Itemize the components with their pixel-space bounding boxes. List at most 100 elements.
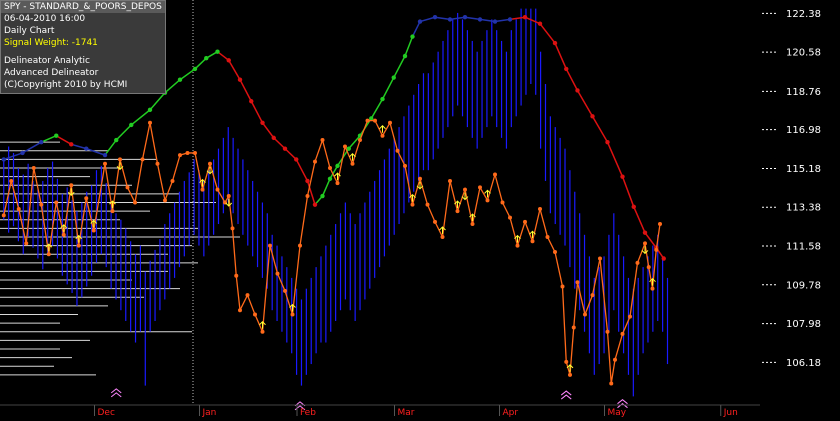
trend-segment: [449, 16, 466, 21]
delineator-point: [140, 157, 145, 162]
trend-point: [1, 157, 6, 162]
trend-segment: [621, 176, 635, 208]
trend-segment: [591, 115, 609, 143]
trend-point: [477, 17, 483, 22]
trend-segment: [633, 206, 646, 233]
delineator-point: [234, 273, 239, 278]
trend-point: [661, 256, 666, 261]
trend-point: [492, 19, 498, 24]
delineator-point: [485, 198, 490, 203]
delineator-point: [283, 288, 287, 293]
trend-segment: [464, 16, 481, 21]
price-label: 120.58: [786, 48, 821, 59]
delineator-point: [328, 166, 332, 171]
trend-point: [192, 66, 198, 72]
trend-segment: [370, 98, 384, 119]
trend-point: [305, 178, 310, 184]
trend-point: [102, 152, 108, 158]
delineator-point: [583, 312, 587, 317]
delineator-point: [298, 243, 302, 248]
delineator-point: [373, 118, 377, 123]
trend-segment: [71, 143, 87, 150]
trend-segment: [404, 36, 414, 57]
delineator-point: [395, 148, 400, 153]
delineator-point: [16, 206, 21, 211]
price-label: 118.76: [786, 87, 821, 98]
price-label: 109.78: [786, 280, 821, 291]
trend-point: [320, 193, 325, 199]
trend-segment: [393, 55, 406, 78]
price-label: 122.38: [786, 9, 821, 20]
trend-point: [215, 49, 220, 54]
trend-point: [391, 75, 396, 80]
delineator-point: [440, 234, 445, 239]
delineator-point: [455, 209, 460, 214]
trend-segment: [86, 147, 106, 156]
chart-datetime: 06-04-2010 16:00: [4, 14, 86, 24]
delineator-point: [133, 200, 137, 205]
delineator-point: [238, 308, 242, 313]
delineator-point: [388, 120, 392, 125]
price-label: 107.98: [786, 319, 821, 330]
delineator-point: [560, 284, 565, 289]
month-label: Jun: [723, 408, 738, 418]
delineator-point: [46, 252, 51, 257]
delineator-point: [350, 161, 355, 166]
trend-segment: [104, 139, 117, 156]
delineator-point: [658, 222, 662, 227]
trend-segment: [411, 21, 421, 37]
trend-segment: [228, 59, 241, 81]
price-label: 111.58: [786, 242, 821, 253]
trend-point: [260, 120, 265, 125]
price-label: 106.18: [786, 358, 821, 369]
delineator-point: [553, 250, 557, 255]
trend-point: [335, 163, 340, 169]
trend-point: [147, 107, 153, 113]
delineator-point: [646, 265, 651, 270]
trend-point: [204, 55, 209, 61]
chart-type-label: Daily Chart: [4, 26, 55, 36]
trend-segment: [419, 16, 436, 23]
trend-segment: [40, 135, 57, 143]
trend-point: [20, 150, 25, 156]
month-label: Dec: [98, 408, 115, 418]
delineator-point: [538, 206, 542, 211]
trend-segment: [434, 16, 451, 21]
delineator-point: [24, 241, 29, 246]
delineator-point: [226, 194, 231, 199]
trend-point: [249, 99, 254, 104]
delineator-point: [433, 219, 437, 224]
delineator-point: [568, 372, 572, 377]
trend-point: [552, 40, 558, 46]
delineator-point: [230, 226, 235, 231]
trend-segment: [261, 122, 275, 139]
trend-point: [282, 146, 288, 151]
trend-point: [522, 15, 528, 20]
delineator-point: [313, 159, 317, 164]
delineator-point: [253, 312, 257, 317]
trend-point: [54, 133, 59, 138]
trend-point: [271, 135, 276, 141]
trend-segment: [644, 232, 657, 249]
delineator-point: [654, 247, 659, 252]
trend-segment: [22, 141, 42, 154]
delineator-point: [613, 357, 617, 362]
trend-segment: [164, 79, 181, 94]
trend-segment: [250, 100, 264, 124]
trend-point: [226, 58, 231, 63]
trend-segment: [149, 92, 166, 111]
copyright-text: (C)Copyright 2010 by HCMI: [4, 80, 128, 90]
delineator-point: [575, 280, 580, 285]
delineator-point: [1, 213, 6, 218]
trend-segment: [115, 124, 132, 141]
delineator-point: [410, 202, 415, 207]
trend-segment: [606, 141, 624, 177]
delineator-point: [118, 157, 122, 162]
trend-segment: [554, 42, 567, 70]
trend-point: [447, 17, 453, 22]
price-axis: 122.38 120.58 118.76 116.98 115.18 113.38 111.…: [762, 9, 821, 369]
trend-segment: [321, 178, 331, 197]
price-label: 116.98: [786, 125, 821, 136]
delineator-point: [54, 200, 59, 205]
trend-segment: [565, 68, 579, 91]
